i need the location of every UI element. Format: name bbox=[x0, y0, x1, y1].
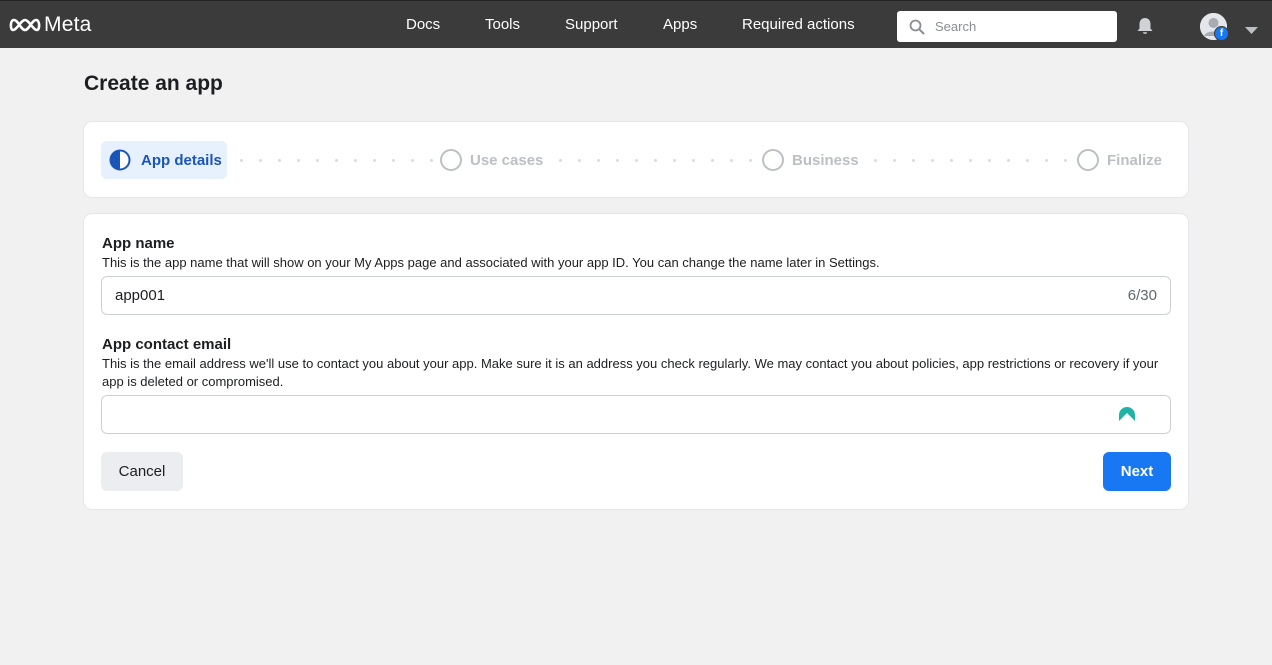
step-connector bbox=[551, 159, 759, 162]
cancel-button[interactable]: Cancel bbox=[101, 452, 183, 491]
app-name-value: app001 bbox=[115, 287, 166, 304]
nav-required-actions[interactable]: Required actions bbox=[742, 16, 855, 33]
chevron-down-icon bbox=[1245, 27, 1258, 34]
search-box[interactable] bbox=[897, 11, 1117, 42]
password-manager-icon[interactable] bbox=[1117, 406, 1137, 424]
meta-logo-icon bbox=[9, 18, 41, 32]
nav-tools[interactable]: Tools bbox=[485, 16, 520, 33]
next-button[interactable]: Next bbox=[1103, 452, 1171, 491]
app-details-form: App name This is the app name that will … bbox=[84, 214, 1188, 509]
empty-circle-icon bbox=[762, 149, 784, 171]
empty-circle-icon bbox=[1077, 149, 1099, 171]
app-name-description: This is the app name that will show on y… bbox=[102, 255, 880, 270]
nav-support[interactable]: Support bbox=[565, 16, 618, 33]
step-use-cases[interactable]: Use cases bbox=[440, 141, 543, 179]
nav-apps[interactable]: Apps bbox=[663, 16, 697, 33]
progress-stepper: App details Use cases Business Finalize bbox=[84, 122, 1188, 197]
contact-email-title: App contact email bbox=[102, 336, 232, 353]
top-navigation-bar: Meta Docs Tools Support Apps Required ac… bbox=[0, 0, 1272, 48]
step-connector bbox=[866, 159, 1074, 162]
nav-docs[interactable]: Docs bbox=[406, 16, 440, 33]
step-label: Finalize bbox=[1107, 151, 1163, 169]
bell-icon bbox=[1137, 18, 1153, 34]
contact-email-field[interactable] bbox=[101, 395, 1171, 434]
character-counter: 6/30 bbox=[1127, 287, 1157, 304]
app-name-field[interactable]: app001 6/30 bbox=[101, 276, 1171, 315]
step-finalize[interactable]: Finalize bbox=[1077, 141, 1162, 179]
contact-email-description: This is the email address we'll use to c… bbox=[102, 356, 1159, 389]
step-business[interactable]: Business bbox=[762, 141, 859, 179]
brand-name: Meta bbox=[44, 13, 92, 36]
page-title: Create an app bbox=[84, 72, 223, 95]
step-app-details[interactable]: App details bbox=[101, 141, 227, 179]
account-menu-button[interactable] bbox=[1245, 22, 1258, 40]
search-icon bbox=[909, 19, 925, 34]
step-label: App details bbox=[141, 151, 222, 169]
step-label: Use cases bbox=[470, 151, 544, 169]
step-label: Business bbox=[792, 151, 859, 169]
step-connector bbox=[232, 159, 437, 162]
search-input[interactable] bbox=[935, 19, 1095, 34]
avatar[interactable]: f bbox=[1200, 13, 1229, 41]
empty-circle-icon bbox=[440, 149, 462, 171]
notifications-button[interactable] bbox=[1135, 16, 1155, 41]
app-name-title: App name bbox=[102, 235, 175, 252]
redacted-email bbox=[105, 398, 291, 432]
meta-logo[interactable]: Meta bbox=[9, 13, 92, 36]
half-filled-circle-icon bbox=[109, 149, 131, 171]
facebook-badge-icon: f bbox=[1214, 26, 1229, 41]
